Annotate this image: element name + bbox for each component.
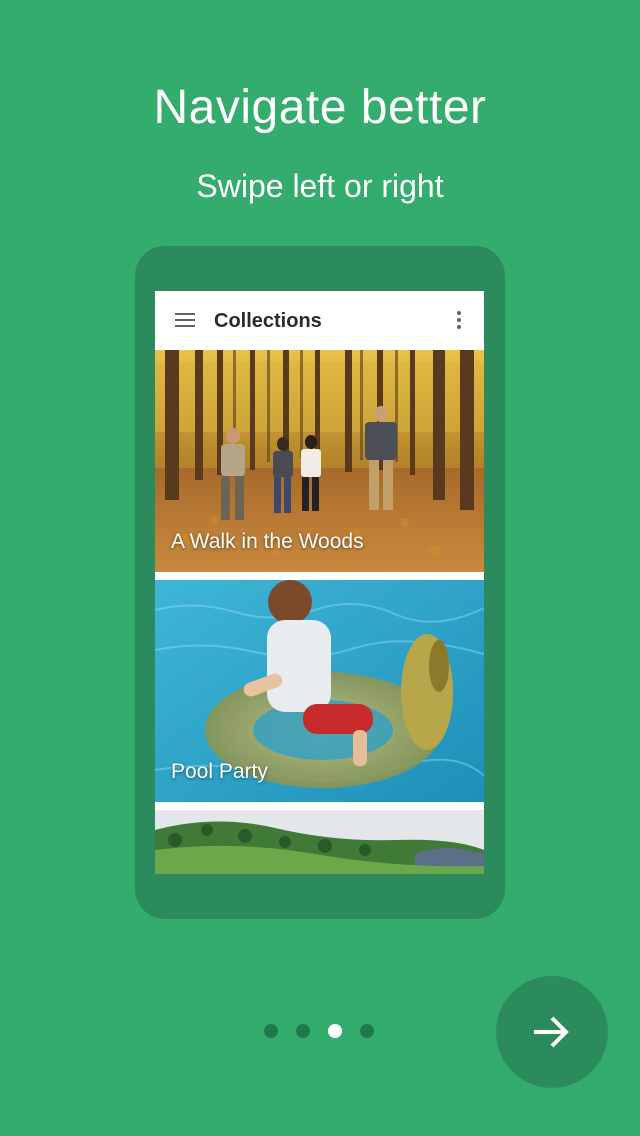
onboarding-subtitle: Swipe left or right <box>196 168 444 204</box>
hamburger-menu-icon <box>175 313 195 328</box>
phone-screen: Collections A Walk in the Woods Pool Par… <box>155 291 484 874</box>
onboarding-title: Navigate better <box>153 81 487 134</box>
phone-mockup: Collections A Walk in the Woods Pool Par… <box>135 246 505 919</box>
page-dot[interactable] <box>264 1024 278 1038</box>
app-bar: Collections <box>155 291 484 350</box>
app-bar-title: Collections <box>214 310 322 332</box>
next-button[interactable] <box>496 976 608 1088</box>
page-dot[interactable] <box>360 1024 374 1038</box>
collection-card-label: A Walk in the Woods <box>171 530 364 553</box>
collection-card-woods: A Walk in the Woods <box>155 350 484 572</box>
collection-card-pool: Pool Party <box>155 580 484 802</box>
collection-card-label: Pool Party <box>171 760 268 783</box>
page-dot[interactable] <box>296 1024 310 1038</box>
green-hills-landscape-photo <box>155 810 484 874</box>
arrow-forward-icon <box>534 1016 569 1048</box>
collection-card-landscape <box>155 810 484 874</box>
page-dot-active[interactable] <box>328 1024 342 1038</box>
more-vert-icon <box>455 311 463 331</box>
